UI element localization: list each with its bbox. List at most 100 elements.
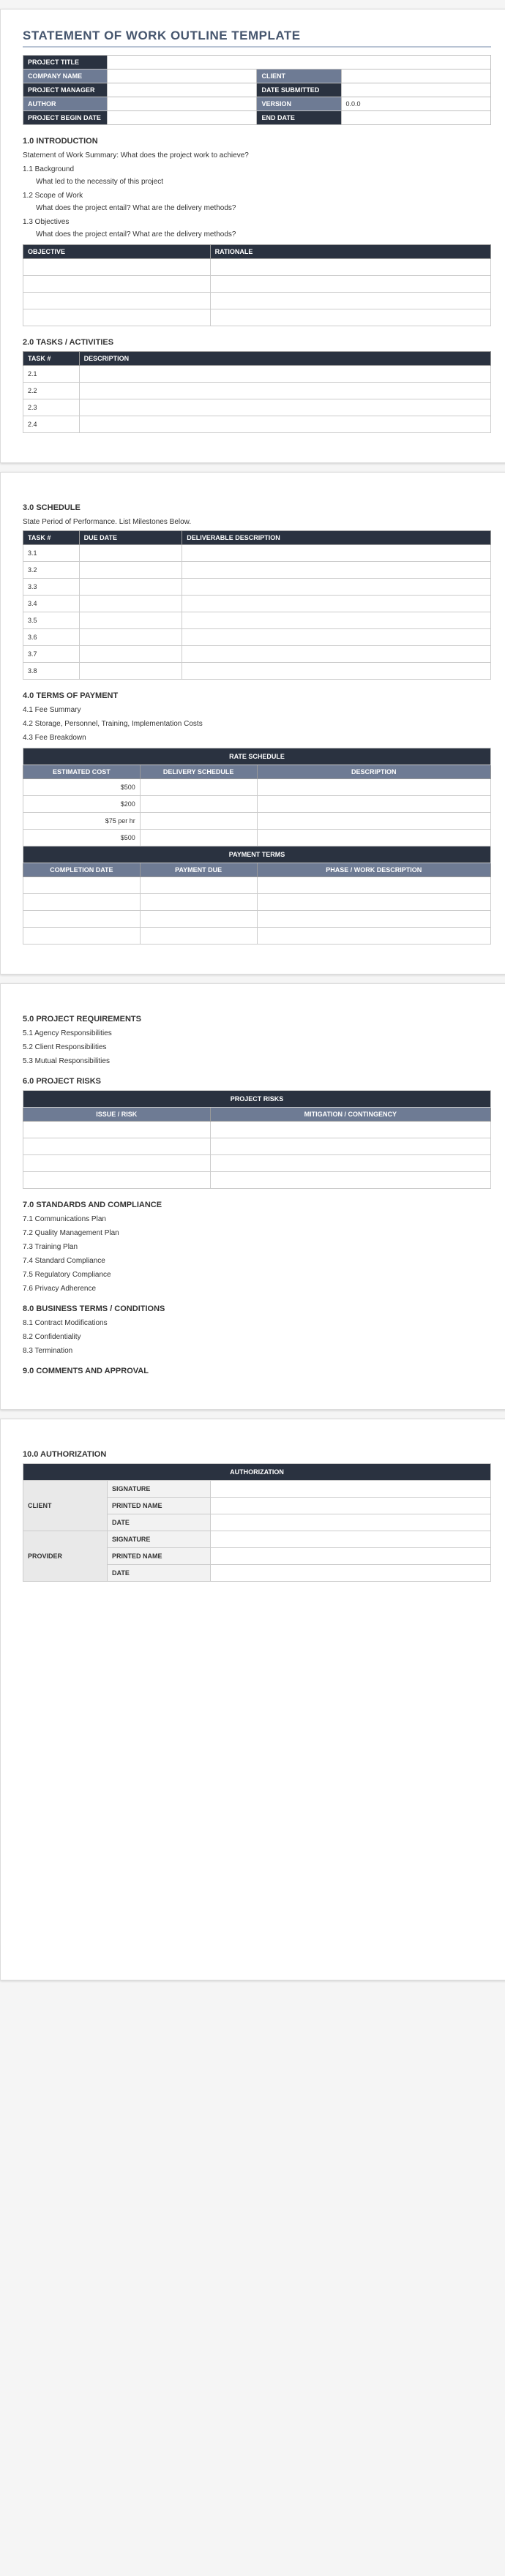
rate-schedule-table: RATE SCHEDULE ESTIMATED COSTDELIVERY SCH… (23, 748, 491, 945)
auth-provider-date[interactable] (210, 1565, 490, 1582)
meta-author-label: AUTHOR (23, 97, 108, 111)
table-row (23, 259, 491, 276)
s4-i1: 4.1 Fee Summary (23, 706, 491, 714)
table-row: 2.1 (23, 366, 491, 383)
pay-c1: COMPLETION DATE (23, 863, 141, 877)
s7-i4: 7.5 Regulatory Compliance (23, 1271, 491, 1279)
table-row: 3.8 (23, 663, 491, 680)
s4-i3: 4.3 Fee Breakdown (23, 734, 491, 742)
meta-begin-label: PROJECT BEGIN DATE (23, 111, 108, 125)
meta-begin-value[interactable] (108, 111, 257, 125)
table-row: 3.3 (23, 579, 491, 596)
pay-c3: PHASE / WORK DESCRIPTION (257, 863, 491, 877)
table-row: 3.6 (23, 629, 491, 646)
table-row (23, 293, 491, 309)
auth-provider-name[interactable] (210, 1548, 490, 1565)
meta-pm-label: PROJECT MANAGER (23, 83, 108, 97)
meta-project-title-label: PROJECT TITLE (23, 56, 108, 70)
auth-date-label2: DATE (108, 1565, 211, 1582)
section-4-head: 4.0 TERMS OF PAYMENT (23, 691, 491, 700)
s4-i2: 4.2 Storage, Personnel, Training, Implem… (23, 720, 491, 728)
risks-table: PROJECT RISKS ISSUE / RISKMITIGATION / C… (23, 1090, 491, 1189)
auth-client-sig[interactable] (210, 1481, 490, 1498)
risks-c1: ISSUE / RISK (23, 1108, 211, 1122)
meta-company-value[interactable] (108, 70, 257, 83)
table-row: 2.3 (23, 399, 491, 416)
meta-end-label: END DATE (257, 111, 341, 125)
s1-b2t: What does the project entail? What are t… (36, 204, 491, 212)
table-row (23, 1138, 491, 1155)
meta-author-value[interactable] (108, 97, 257, 111)
s8-i2: 8.3 Termination (23, 1347, 491, 1355)
section-10-head: 10.0 AUTHORIZATION (23, 1450, 491, 1459)
table-row (23, 1155, 491, 1172)
table-row: 3.4 (23, 596, 491, 612)
risks-c2: MITIGATION / CONTINGENCY (210, 1108, 490, 1122)
auth-client-name[interactable] (210, 1498, 490, 1514)
section-1-head: 1.0 INTRODUCTION (23, 137, 491, 146)
s1-b1t: What led to the necessity of this projec… (36, 178, 491, 186)
auth-sig-label: SIGNATURE (108, 1481, 211, 1498)
s5-i2: 5.3 Mutual Responsibilities (23, 1057, 491, 1065)
table-row: 2.4 (23, 416, 491, 433)
auth-sig-label2: SIGNATURE (108, 1531, 211, 1548)
s7-i5: 7.6 Privacy Adherence (23, 1285, 491, 1293)
table-row (23, 911, 491, 928)
table-row: 3.7 (23, 646, 491, 663)
table-row (23, 894, 491, 911)
s5-i1: 5.2 Client Responsibilities (23, 1043, 491, 1051)
sched-c3: DELIVERABLE DESCRIPTION (182, 531, 491, 545)
meta-version-label: VERSION (257, 97, 341, 111)
table-row: $75 per hr (23, 813, 491, 830)
meta-datesubmitted-label: DATE SUBMITTED (257, 83, 341, 97)
s1-b2: 1.2 Scope of Work (23, 192, 491, 200)
rate-c1: ESTIMATED COST (23, 765, 141, 779)
tasks-c1: TASK # (23, 352, 80, 366)
s8-i1: 8.2 Confidentiality (23, 1333, 491, 1341)
table-row (23, 877, 491, 894)
meta-client-label: CLIENT (257, 70, 341, 83)
meta-client-value[interactable] (341, 70, 491, 83)
page-1: STATEMENT OF WORK OUTLINE TEMPLATE PROJE… (0, 9, 505, 463)
rate-c2: DELIVERY SCHEDULE (140, 765, 257, 779)
s1-b3t: What does the project entail? What are t… (36, 230, 491, 239)
rate-title: RATE SCHEDULE (23, 748, 491, 765)
auth-provider-sig[interactable] (210, 1531, 490, 1548)
s5-i0: 5.1 Agency Responsibilities (23, 1029, 491, 1037)
objectives-table: OBJECTIVERATIONALE (23, 244, 491, 326)
s7-i3: 7.4 Standard Compliance (23, 1257, 491, 1265)
doc-title: STATEMENT OF WORK OUTLINE TEMPLATE (23, 29, 491, 48)
section-7-head: 7.0 STANDARDS AND COMPLIANCE (23, 1201, 491, 1209)
meta-table: PROJECT TITLE COMPANY NAME CLIENT PROJECT… (23, 55, 491, 125)
table-row: $200 (23, 796, 491, 813)
meta-datesubmitted-value[interactable] (341, 83, 491, 97)
s8-i0: 8.1 Contract Modifications (23, 1319, 491, 1327)
pay-c2: PAYMENT DUE (140, 863, 257, 877)
meta-company-label: COMPANY NAME (23, 70, 108, 83)
page-3: 5.0 PROJECT REQUIREMENTS 5.1 Agency Resp… (0, 983, 505, 1410)
table-row (23, 1172, 491, 1189)
page-4: 10.0 AUTHORIZATION AUTHORIZATION CLIENTS… (0, 1419, 505, 1980)
table-row: $500 (23, 779, 491, 796)
page-2: 3.0 SCHEDULE State Period of Performance… (0, 472, 505, 975)
risks-title: PROJECT RISKS (23, 1091, 491, 1108)
auth-client-label: CLIENT (23, 1481, 108, 1531)
authorization-table: AUTHORIZATION CLIENTSIGNATURE PRINTED NA… (23, 1463, 491, 1582)
meta-version-value[interactable]: 0.0.0 (341, 97, 491, 111)
s1-summary: Statement of Work Summary: What does the… (23, 151, 491, 159)
table-row: 3.5 (23, 612, 491, 629)
auth-title: AUTHORIZATION (23, 1464, 491, 1481)
sched-c1: TASK # (23, 531, 80, 545)
auth-name-label2: PRINTED NAME (108, 1548, 211, 1565)
table-row: 2.2 (23, 383, 491, 399)
section-8-head: 8.0 BUSINESS TERMS / CONDITIONS (23, 1304, 491, 1313)
auth-client-date[interactable] (210, 1514, 490, 1531)
meta-pm-value[interactable] (108, 83, 257, 97)
meta-project-title-value[interactable] (108, 56, 491, 70)
tasks-c2: DESCRIPTION (79, 352, 490, 366)
tasks-table: TASK #DESCRIPTION 2.1 2.2 2.3 2.4 (23, 351, 491, 433)
s3-intro: State Period of Performance. List Milest… (23, 518, 491, 526)
auth-date-label: DATE (108, 1514, 211, 1531)
schedule-table: TASK #DUE DATEDELIVERABLE DESCRIPTION 3.… (23, 530, 491, 680)
meta-end-value[interactable] (341, 111, 491, 125)
